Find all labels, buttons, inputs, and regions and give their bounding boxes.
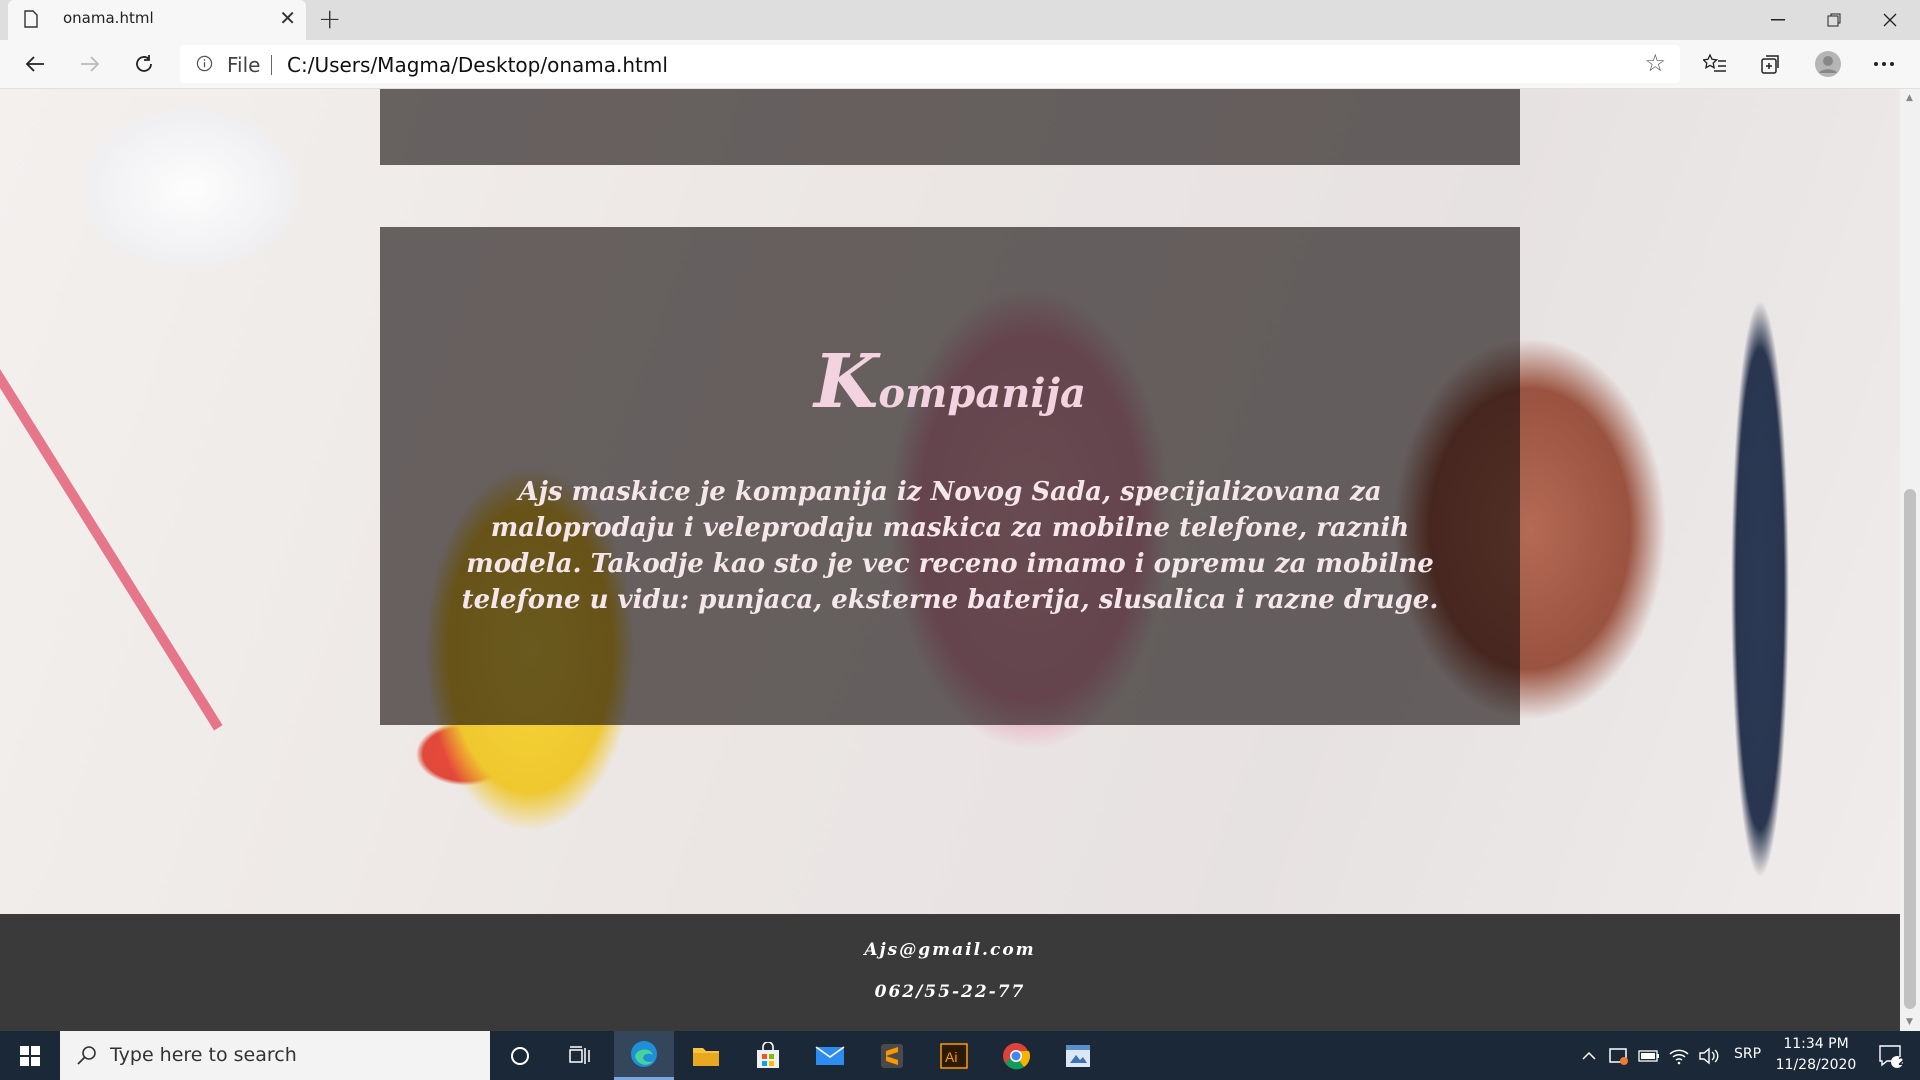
sublime-text-button[interactable] — [862, 1031, 922, 1080]
app-window-button[interactable] — [1048, 1031, 1108, 1080]
clock-time: 11:34 PM — [1783, 1036, 1849, 1052]
url-text[interactable]: C:/Users/Magma/Desktop/onama.html — [287, 53, 668, 77]
scrollbar-thumb[interactable] — [1904, 489, 1916, 1009]
illustrator-button[interactable]: Ai — [924, 1031, 984, 1080]
favorites-button[interactable] — [1697, 48, 1733, 80]
restore-button[interactable] — [1806, 0, 1862, 40]
start-button[interactable] — [0, 1031, 60, 1080]
close-tab-icon[interactable]: ✕ — [279, 6, 296, 30]
browser-tab[interactable]: onama.html ✕ — [8, 0, 306, 40]
company-description: Ajs maskice je kompanija iz Novog Sada, … — [461, 477, 1439, 615]
volume-button[interactable] — [1694, 1031, 1724, 1080]
close-icon — [1883, 13, 1897, 27]
browser-title-bar: onama.html ✕ + — [0, 0, 1920, 40]
content-box-top — [380, 89, 1520, 165]
chevron-up-icon — [1582, 1051, 1596, 1060]
clock[interactable]: 11:34 PM 11/28/2020 — [1770, 1033, 1862, 1078]
scroll-up-arrow-icon[interactable]: ▲ — [1906, 93, 1913, 103]
address-separator — [271, 55, 272, 75]
forward-arrow-icon — [81, 56, 100, 72]
sublime-text-icon — [881, 1043, 903, 1068]
background-decoration — [0, 369, 223, 731]
more-dots-icon — [1874, 62, 1894, 66]
show-hidden-icons-button[interactable] — [1574, 1031, 1604, 1080]
page-title: Kompanija — [380, 339, 1520, 425]
windows-logo-icon — [20, 1045, 40, 1066]
document-icon — [24, 10, 38, 28]
action-center-button[interactable]: 2 — [1866, 1031, 1916, 1080]
forward-button[interactable] — [72, 48, 108, 80]
back-arrow-icon — [25, 56, 44, 72]
search-placeholder: Type here to search — [110, 1044, 297, 1066]
wifi-icon — [1669, 1049, 1689, 1064]
input-language-indicator[interactable]: SRP — [1734, 1046, 1761, 1062]
app-window-icon — [1066, 1044, 1090, 1067]
chrome-icon — [1003, 1042, 1030, 1069]
footer: Ajs@gmail.com 062/55-22-77 — [0, 914, 1900, 1031]
title-rest: ompanija — [878, 370, 1086, 417]
footer-email: Ajs@gmail.com — [864, 940, 1036, 960]
refresh-icon — [136, 55, 152, 72]
collections-button[interactable] — [1753, 48, 1789, 80]
store-bag-icon — [757, 1041, 779, 1068]
file-scheme-label: File — [227, 53, 261, 77]
favorites-list-icon — [1703, 53, 1726, 72]
svg-text:Ai: Ai — [945, 1049, 957, 1065]
windows-taskbar: Type here to search Ai SRP 11:34 PM 11/2… — [0, 1031, 1920, 1080]
store-button[interactable] — [738, 1031, 798, 1080]
settings-more-button[interactable] — [1866, 48, 1902, 80]
restore-icon — [1827, 13, 1841, 27]
battery-icon — [1638, 1049, 1659, 1062]
mail-button[interactable] — [800, 1031, 860, 1080]
task-view-icon — [569, 1045, 590, 1064]
minimize-button[interactable] — [1750, 0, 1806, 40]
address-bar[interactable]: File C:/Users/Magma/Desktop/onama.html ☆ — [180, 45, 1680, 83]
favorite-star-icon[interactable]: ☆ — [1644, 49, 1666, 77]
task-view-button[interactable] — [550, 1031, 610, 1080]
tray-app-button[interactable] — [1604, 1031, 1634, 1080]
browser-toolbar: File C:/Users/Magma/Desktop/onama.html ☆ — [0, 40, 1920, 89]
speaker-icon — [1699, 1047, 1719, 1064]
profile-button[interactable] — [1810, 48, 1846, 80]
tab-title: onama.html — [63, 9, 154, 27]
new-tab-button[interactable]: + — [318, 2, 341, 35]
taskbar-search-box[interactable]: Type here to search — [60, 1031, 490, 1080]
minimize-icon — [1771, 19, 1785, 21]
folder-icon — [693, 1047, 719, 1066]
tray-app-icon — [1609, 1047, 1628, 1065]
page-viewport: Kompanija Ajs maskice je kompanija iz No… — [0, 89, 1900, 1031]
chrome-button[interactable] — [986, 1031, 1046, 1080]
cortana-circle-icon — [511, 1046, 529, 1065]
clock-date: 11/28/2020 — [1775, 1057, 1857, 1073]
search-icon — [77, 1046, 96, 1065]
scroll-down-arrow-icon[interactable]: ▼ — [1906, 1017, 1913, 1027]
cortana-button[interactable] — [490, 1031, 550, 1080]
edge-taskbar-button[interactable] — [614, 1031, 674, 1080]
wifi-button[interactable] — [1664, 1031, 1694, 1080]
close-window-button[interactable] — [1862, 0, 1918, 40]
back-button[interactable] — [17, 48, 53, 80]
avatar-icon — [1815, 51, 1841, 77]
notification-count: 2 — [1898, 1055, 1906, 1068]
info-icon[interactable] — [196, 55, 213, 72]
edge-browser-icon — [631, 1041, 657, 1067]
illustrator-icon: Ai — [940, 1042, 968, 1069]
footer-phone: 062/55-22-77 — [874, 982, 1026, 1002]
page-scrollbar[interactable]: ▲ ▼ — [1900, 89, 1920, 1031]
collections-icon — [1761, 55, 1779, 74]
file-explorer-button[interactable] — [676, 1031, 736, 1080]
battery-button[interactable] — [1634, 1031, 1664, 1080]
refresh-button[interactable] — [126, 48, 162, 80]
title-initial: K — [814, 339, 879, 425]
mail-envelope-icon — [815, 1045, 845, 1065]
